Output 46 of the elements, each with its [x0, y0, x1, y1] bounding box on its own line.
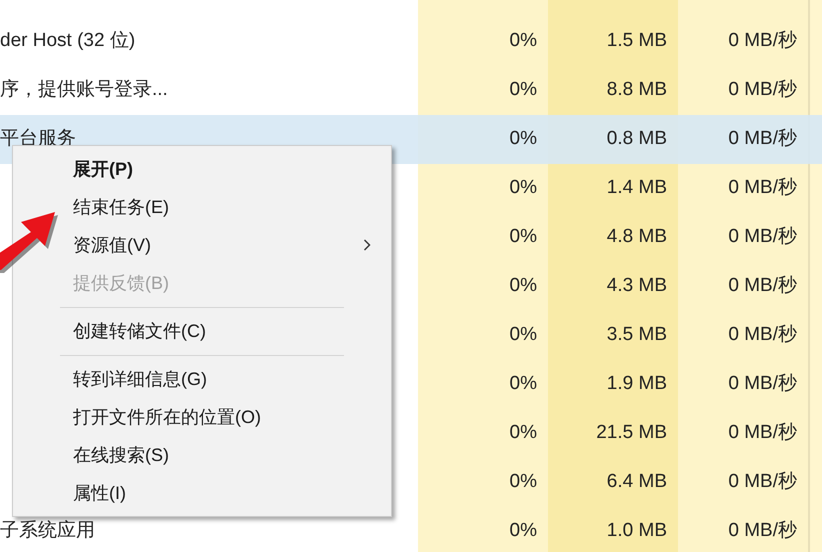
table-cell-text: 0% — [508, 225, 538, 250]
table-cell-text: 0.8 MB — [606, 127, 668, 152]
menu-item[interactable]: 结束任务(E) — [63, 188, 391, 226]
table-cell-text: 4.8 MB — [606, 225, 668, 250]
pointer-arrow — [0, 210, 61, 276]
menu-item[interactable]: 属性(I) — [63, 474, 391, 512]
table-cell-text: 0% — [508, 274, 538, 298]
menu-item[interactable]: 资源值(V) — [63, 226, 391, 264]
table-cell-text: 0% — [508, 29, 538, 54]
table-cell-text: 6.4 MB — [606, 470, 668, 494]
table-cell-text: 子系统应用 — [0, 519, 96, 544]
table-cell-text: 3.5 MB — [606, 323, 668, 348]
table-cell-text: 0% — [508, 323, 538, 348]
table-row[interactable]: der Host (32 位) 0% 1.5 MB 0 MB/秒 — [0, 17, 822, 66]
table-cell-text: 0 MB/秒 — [727, 519, 798, 544]
table-cell-text: 0% — [508, 421, 538, 446]
table-cell-text: 0 MB/秒 — [727, 323, 798, 348]
table-cell-text: 0 MB/秒 — [727, 78, 798, 102]
table-cell-text: 0% — [508, 372, 538, 396]
table-cell-text: 1.5 MB — [606, 29, 668, 54]
table-cell-text: 0 MB/秒 — [727, 29, 798, 54]
menu-item[interactable]: 在线搜索(S) — [63, 436, 391, 474]
menu-item[interactable]: 转到详细信息(G) — [63, 360, 391, 398]
table-row[interactable]: 序，提供账号登录... 0% 8.8 MB 0 MB/秒 — [0, 66, 822, 115]
table-cell-text: 0 MB/秒 — [727, 372, 798, 396]
table-cell-text: 8.8 MB — [606, 78, 668, 102]
table-cell-text: 0% — [508, 78, 538, 102]
table-cell-text: 0% — [508, 176, 538, 200]
table-cell-text: 0% — [508, 127, 538, 152]
table-cell-text: 21.5 MB — [595, 421, 668, 446]
table-cell-text: 序，提供账号登录... — [0, 78, 169, 102]
table-cell-text: 0 MB/秒 — [727, 470, 798, 494]
table-cell-text: 0 MB/秒 — [727, 421, 798, 446]
table-cell-text: 0 MB/秒 — [727, 176, 798, 200]
table-cell-text: 0 MB/秒 — [727, 225, 798, 250]
table-cell-text: 1.0 MB — [606, 519, 668, 544]
table-cell-text: der Host (32 位) — [0, 29, 136, 54]
menu-item[interactable]: 打开文件所在的位置(O) — [63, 398, 391, 436]
menu-item[interactable]: 创建转储文件(C) — [63, 312, 391, 350]
table-cell-text: 1.9 MB — [606, 372, 668, 396]
table-cell-text: 0% — [508, 519, 538, 544]
table-cell-text: 0 MB/秒 — [727, 127, 798, 152]
table-cell-text: 4.3 MB — [606, 274, 668, 298]
table-cell-text: 0% — [508, 470, 538, 494]
table-cell-text: 1.4 MB — [606, 176, 668, 200]
table-cell-text: 0 MB/秒 — [727, 274, 798, 298]
